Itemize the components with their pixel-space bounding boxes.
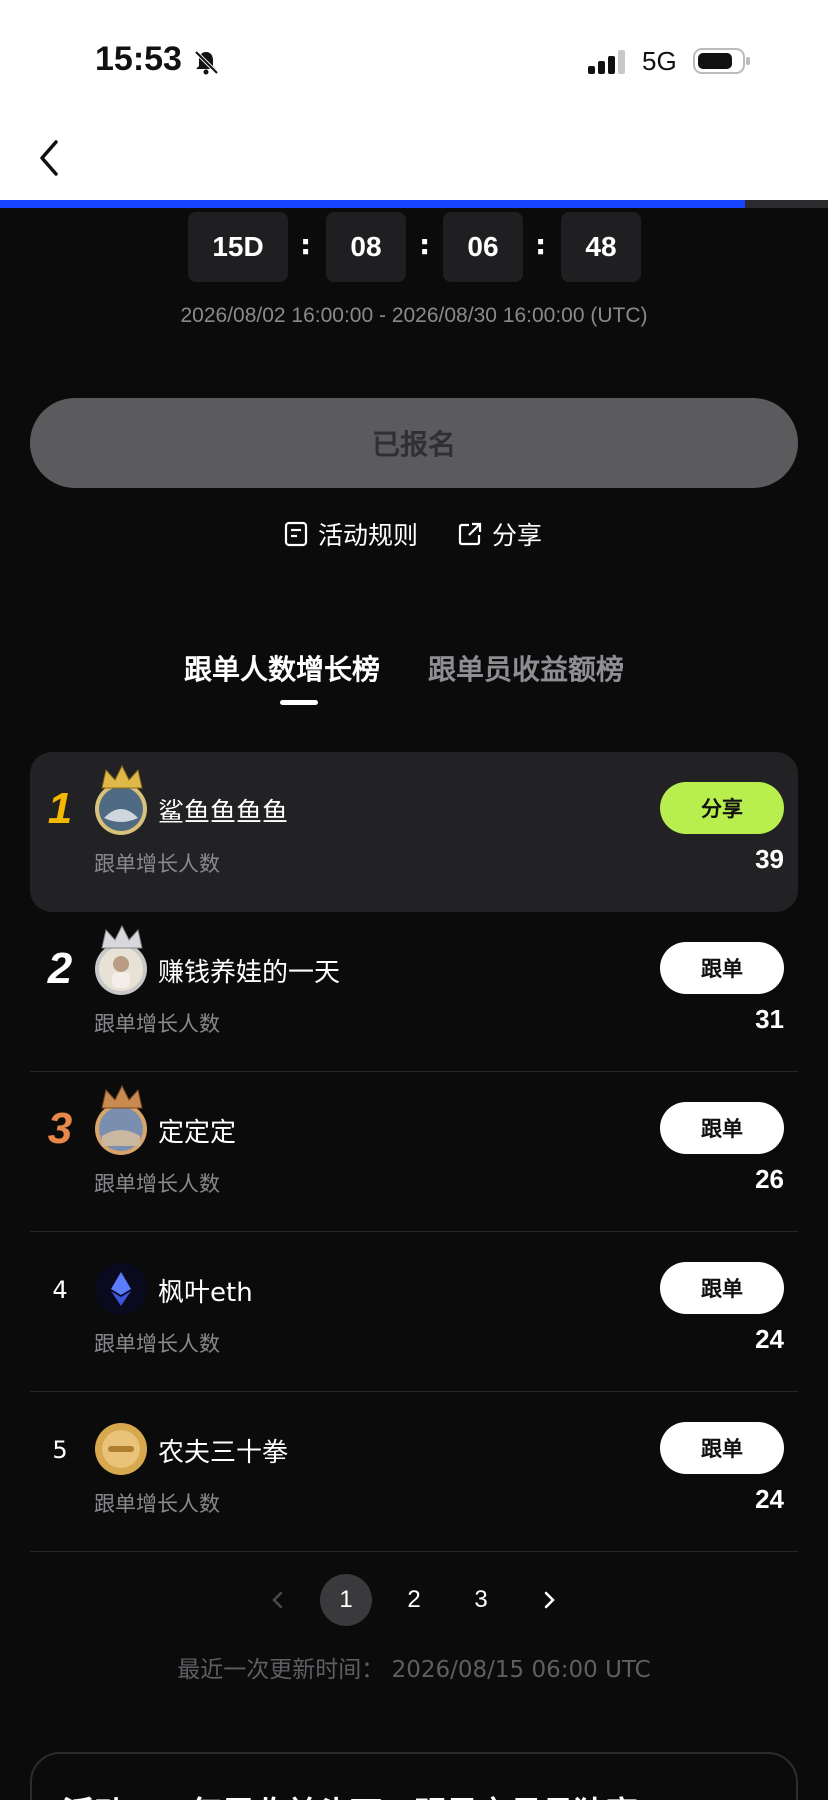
- metric-label: 跟单增长人数: [94, 852, 220, 876]
- leaderboard-row[interactable]: 5 农夫三十拳 跟单增长人数 24 跟单: [30, 1392, 798, 1552]
- leaderboard-tabs: 跟单人数增长榜 跟单员收益额榜: [0, 648, 828, 708]
- countdown-hours: 08: [326, 212, 406, 282]
- metric-label: 跟单增长人数: [94, 1012, 220, 1036]
- countdown-timer: 15D : 08 : 06 : 48: [0, 212, 828, 284]
- metric-value: 31: [755, 1004, 784, 1034]
- leaderboard-row[interactable]: 3 定定定 跟单增长人数 26 跟单: [30, 1072, 798, 1232]
- share-external-icon: [458, 522, 482, 546]
- copy-trade-button[interactable]: 跟单: [660, 1262, 784, 1314]
- page-button-1[interactable]: 1: [320, 1574, 372, 1626]
- activity-card[interactable]: 活动一：每周收益头下，明星交易员独享: [30, 1752, 798, 1800]
- avatar: [95, 1263, 147, 1315]
- countdown-seconds: 48: [561, 212, 641, 282]
- copy-trade-button[interactable]: 跟单: [660, 942, 784, 994]
- back-arrow-icon[interactable]: [34, 136, 64, 180]
- metric-label: 跟单增长人数: [94, 1492, 220, 1516]
- rank-number: 4: [52, 1276, 68, 1304]
- status-time: 15:53: [95, 40, 182, 78]
- pagination: 1 2 3: [0, 1574, 828, 1626]
- bell-muted-icon: [194, 50, 219, 75]
- action-links: 活动规则 分享: [0, 516, 828, 552]
- metric-value: 24: [755, 1484, 784, 1514]
- leaderboard-list: 1 鲨鱼鱼鱼鱼 跟单增长人数 39 分享 2 赚钱养娃的一天 跟单增长人数 31…: [30, 752, 798, 1552]
- tab-follower-growth[interactable]: 跟单人数增长榜: [184, 648, 380, 688]
- registered-button[interactable]: 已报名: [30, 398, 798, 488]
- tab-active-indicator: [280, 700, 318, 705]
- share-button[interactable]: 分享: [660, 782, 784, 834]
- document-icon: [284, 521, 308, 547]
- prev-page-button[interactable]: [252, 1574, 304, 1626]
- avatar: [95, 783, 147, 835]
- countdown-separator: :: [419, 228, 431, 261]
- activity-card-title: 活动一：每周收益头下，明星交易员独享: [62, 1788, 638, 1800]
- network-label: 5G: [642, 46, 677, 76]
- share-link-label: 分享: [492, 521, 543, 550]
- page-button-3[interactable]: 3: [455, 1574, 507, 1626]
- chevron-right-icon: [544, 1591, 555, 1609]
- rank-number: 3: [47, 1104, 73, 1153]
- trader-name: 赚钱养娃的一天: [158, 958, 341, 988]
- countdown-separator: :: [535, 228, 547, 261]
- rank-number: 1: [47, 784, 73, 833]
- rules-link-label: 活动规则: [318, 521, 419, 550]
- trader-name: 定定定: [158, 1118, 237, 1148]
- countdown-days: 15D: [188, 212, 288, 282]
- page-button-2[interactable]: 2: [388, 1574, 440, 1626]
- page-progress-fill: [0, 200, 746, 208]
- chevron-left-icon: [272, 1591, 283, 1609]
- copy-trade-button[interactable]: 跟单: [660, 1422, 784, 1474]
- avatar: [95, 1423, 147, 1475]
- metric-value: 39: [755, 844, 784, 874]
- event-date-range: 2026/08/02 16:00:00 - 2026/08/30 16:00:0…: [180, 304, 648, 327]
- trader-name: 鲨鱼鱼鱼鱼: [158, 798, 289, 828]
- rank-number: 5: [52, 1436, 68, 1464]
- metric-value: 24: [755, 1324, 784, 1354]
- countdown-minutes: 06: [443, 212, 523, 282]
- battery-icon: [693, 48, 750, 74]
- page-progress-bar: [0, 200, 828, 208]
- share-link[interactable]: 分享: [456, 516, 542, 552]
- trader-name: 枫叶eth: [158, 1278, 253, 1308]
- avatar: [95, 1103, 147, 1155]
- metric-label: 跟单增长人数: [94, 1332, 220, 1356]
- last-updated-text: 最近一次更新时间： 2026/08/15 06:00 UTC: [177, 1657, 651, 1683]
- rules-link[interactable]: 活动规则: [282, 516, 418, 552]
- metric-value: 26: [755, 1164, 784, 1194]
- leaderboard-row[interactable]: 4 枫叶eth 跟单增长人数 24 跟单: [30, 1232, 798, 1392]
- rank-number: 2: [47, 944, 73, 993]
- crown-gold-icon: [101, 764, 143, 789]
- signal-icon: [588, 50, 625, 74]
- trader-name: 农夫三十拳: [158, 1438, 289, 1468]
- crown-silver-icon: [101, 924, 143, 949]
- tab-trader-earnings[interactable]: 跟单员收益额榜: [428, 648, 624, 688]
- leaderboard-row[interactable]: 2 赚钱养娃的一天 跟单增长人数 31 跟单: [30, 912, 798, 1072]
- countdown-separator: :: [300, 228, 312, 261]
- metric-label: 跟单增长人数: [94, 1172, 220, 1196]
- status-and-nav-bar: 15:53 5G: [0, 0, 828, 200]
- next-page-button[interactable]: [523, 1574, 575, 1626]
- crown-bronze-icon: [101, 1084, 143, 1109]
- leaderboard-row[interactable]: 1 鲨鱼鱼鱼鱼 跟单增长人数 39 分享: [30, 752, 798, 912]
- copy-trade-button[interactable]: 跟单: [660, 1102, 784, 1154]
- avatar: [95, 943, 147, 995]
